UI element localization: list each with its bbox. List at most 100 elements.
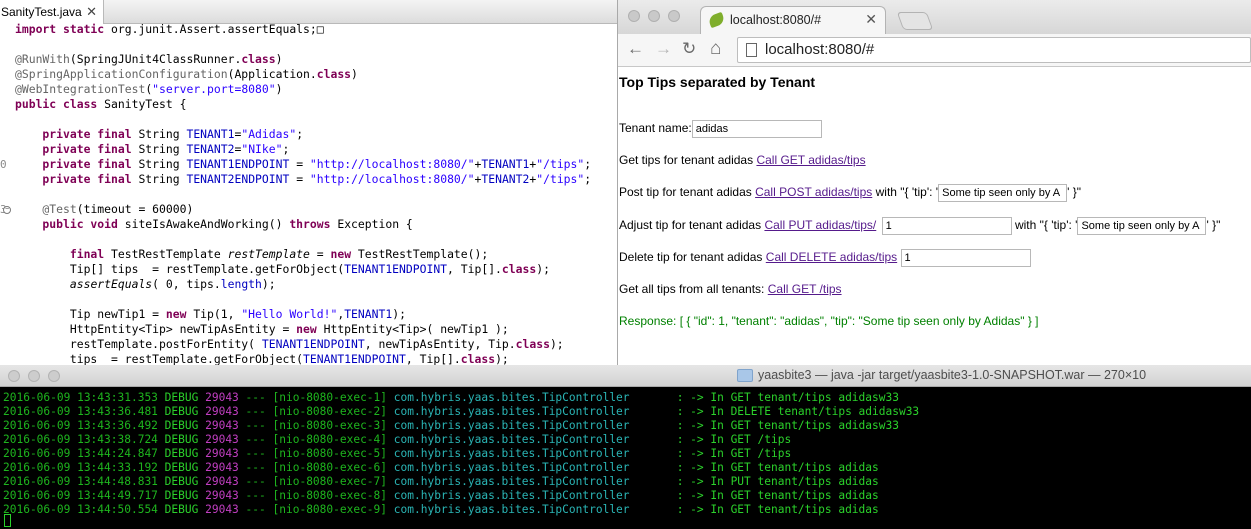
code-token: restTemplate.postForEntity( bbox=[15, 337, 262, 351]
code-area[interactable]: import static org.junit.Assert.assertEqu… bbox=[0, 22, 617, 365]
minimize-window-button[interactable] bbox=[648, 10, 660, 22]
put-suffix: ' }" bbox=[1206, 218, 1221, 232]
code-token: ; bbox=[584, 157, 592, 171]
browser-tab[interactable]: localhost:8080/# ✕ bbox=[700, 6, 886, 35]
call-get-tenant-link[interactable]: Call GET adidas/tips bbox=[756, 153, 865, 167]
code-line: @Test(timeout = 60000) bbox=[15, 202, 193, 217]
get-all-label: Get all tips from all tenants: bbox=[619, 282, 765, 296]
code-token: ) bbox=[351, 67, 358, 81]
web-page: Top Tips separated by Tenant Tenant name… bbox=[618, 68, 1251, 365]
log-thread: [nio-8080-exec-5] bbox=[272, 447, 388, 460]
put-with-label: with "{ 'tip': ' bbox=[1014, 218, 1078, 232]
log-timestamp: 2016-06-09 13:43:31.353 bbox=[3, 391, 158, 404]
code-token: ; bbox=[296, 127, 304, 141]
close-icon[interactable]: ✕ bbox=[86, 0, 97, 24]
code-token: private final bbox=[15, 127, 139, 141]
minimize-window-button[interactable] bbox=[28, 370, 40, 382]
call-delete-link[interactable]: Call DELETE adidas/tips bbox=[766, 250, 897, 264]
zoom-window-button[interactable] bbox=[48, 370, 60, 382]
response-text: Response: [ { "id": 1, "tenant": "adidas… bbox=[619, 314, 1039, 328]
code-line: public class SanityTest { bbox=[15, 97, 186, 112]
code-token: (timeout = 60000) bbox=[76, 202, 194, 216]
call-put-link[interactable]: Call PUT adidas/tips/ bbox=[764, 218, 876, 232]
get-all-row: Get all tips from all tenants: Call GET … bbox=[619, 279, 842, 299]
code-line: import static org.junit.Assert.assertEqu… bbox=[15, 22, 324, 37]
log-thread: [nio-8080-exec-4] bbox=[272, 433, 388, 446]
code-token: length bbox=[220, 277, 262, 291]
log-timestamp: 2016-06-09 13:43:38.724 bbox=[3, 433, 158, 446]
code-token: TestRestTemplate bbox=[111, 247, 228, 261]
close-window-button[interactable] bbox=[8, 370, 20, 382]
log-class: com.hybris.yaas.bites.TipController bbox=[393, 405, 630, 418]
log-timestamp: 2016-06-09 13:44:49.717 bbox=[3, 489, 158, 502]
forward-arrow-icon[interactable]: → bbox=[655, 38, 672, 60]
delete-tip-label: Delete tip for tenant adidas bbox=[619, 250, 763, 264]
code-token: ); bbox=[392, 307, 406, 321]
code-token: String bbox=[138, 142, 187, 156]
log-class: com.hybris.yaas.bites.TipController bbox=[393, 489, 630, 502]
post-tip-input[interactable]: Some tip seen only by A bbox=[938, 183, 1068, 202]
code-token: @Test bbox=[15, 202, 77, 216]
tenant-name-input[interactable]: adidas bbox=[691, 119, 822, 138]
log-line: 2016-06-09 13:44:48.831 DEBUG 29043 --- … bbox=[3, 475, 879, 489]
log-thread: [nio-8080-exec-9] bbox=[272, 503, 388, 516]
code-line: private final String TENANT1="Adidas"; bbox=[15, 127, 303, 142]
call-post-link[interactable]: Call POST adidas/tips bbox=[755, 185, 872, 199]
code-token: String bbox=[138, 172, 187, 186]
code-token: Exception { bbox=[337, 217, 413, 231]
code-token: , Tip[]. bbox=[405, 352, 461, 365]
log-pid: 29043 bbox=[205, 391, 239, 404]
home-icon[interactable]: ⌂ bbox=[710, 38, 721, 60]
new-tab-button[interactable] bbox=[896, 12, 934, 30]
code-token: assertEquals bbox=[69, 277, 153, 291]
log-pid: 29043 bbox=[205, 405, 239, 418]
code-token: class bbox=[241, 52, 276, 66]
fold-toggle-icon[interactable]: − bbox=[3, 206, 11, 214]
code-token: new bbox=[165, 307, 194, 321]
editor-tab-sanitytest[interactable]: SanityTest.java ✕ bbox=[0, 0, 104, 24]
back-arrow-icon[interactable]: ← bbox=[627, 38, 644, 60]
reload-icon[interactable]: ↻ bbox=[682, 38, 696, 60]
page-title: Top Tips separated by Tenant bbox=[619, 74, 816, 90]
close-icon[interactable]: ✕ bbox=[865, 11, 877, 28]
code-token: TENANT2 bbox=[481, 172, 530, 186]
log-timestamp: 2016-06-09 13:44:24.847 bbox=[3, 447, 158, 460]
log-level: DEBUG bbox=[164, 475, 199, 488]
close-window-button[interactable] bbox=[628, 10, 640, 22]
log-timestamp: 2016-06-09 13:44:48.831 bbox=[3, 475, 158, 488]
code-token: = bbox=[289, 172, 310, 186]
log-pid: 29043 bbox=[205, 447, 239, 460]
zoom-window-button[interactable] bbox=[668, 10, 680, 22]
line-number: 0 bbox=[0, 158, 7, 171]
put-tip-input[interactable]: Some tip seen only by A bbox=[1077, 216, 1207, 235]
code-token: private final bbox=[15, 157, 139, 171]
browser-title-bar: localhost:8080/# ✕ bbox=[618, 0, 1251, 35]
code-token: ) bbox=[275, 52, 283, 66]
terminal-title-bar: yaasbite3 — java -jar target/yaasbite3-1… bbox=[0, 365, 1251, 387]
code-token: String bbox=[138, 157, 187, 171]
log-class: com.hybris.yaas.bites.TipController bbox=[393, 433, 630, 446]
post-tip-label: Post tip for tenant adidas bbox=[619, 185, 752, 199]
code-token: @SpringApplicationConfiguration bbox=[15, 67, 228, 81]
terminal-title: yaasbite3 — java -jar target/yaasbite3-1… bbox=[758, 368, 1147, 382]
code-token: "http://localhost:8080/" bbox=[309, 157, 475, 171]
put-id-input[interactable]: 1 bbox=[881, 216, 1012, 235]
address-bar[interactable]: localhost:8080/# bbox=[737, 37, 1251, 63]
terminal-output[interactable]: 2016-06-09 13:43:31.353 DEBUG 29043 --- … bbox=[0, 388, 1251, 529]
editor-tab-label: SanityTest.java bbox=[1, 5, 82, 19]
code-token: TENANT1 bbox=[186, 127, 235, 141]
browser-tab-title: localhost:8080/# bbox=[730, 13, 822, 27]
code-token: "Hello World!" bbox=[241, 307, 338, 321]
code-token: ) bbox=[275, 82, 283, 96]
code-line: restTemplate.postForEntity( TENANT1ENDPO… bbox=[15, 337, 564, 352]
code-token: "server.port=8080" bbox=[152, 82, 276, 96]
code-token: class bbox=[460, 352, 496, 365]
log-level: DEBUG bbox=[164, 391, 199, 404]
code-token: ( 0, tips. bbox=[152, 277, 221, 291]
tenant-row: Tenant name: adidas bbox=[619, 118, 822, 138]
code-token: "http://localhost:8080/" bbox=[309, 172, 475, 186]
call-get-all-link[interactable]: Call GET /tips bbox=[768, 282, 842, 296]
delete-id-input[interactable]: 1 bbox=[900, 248, 1031, 267]
code-token: public class bbox=[15, 97, 105, 111]
